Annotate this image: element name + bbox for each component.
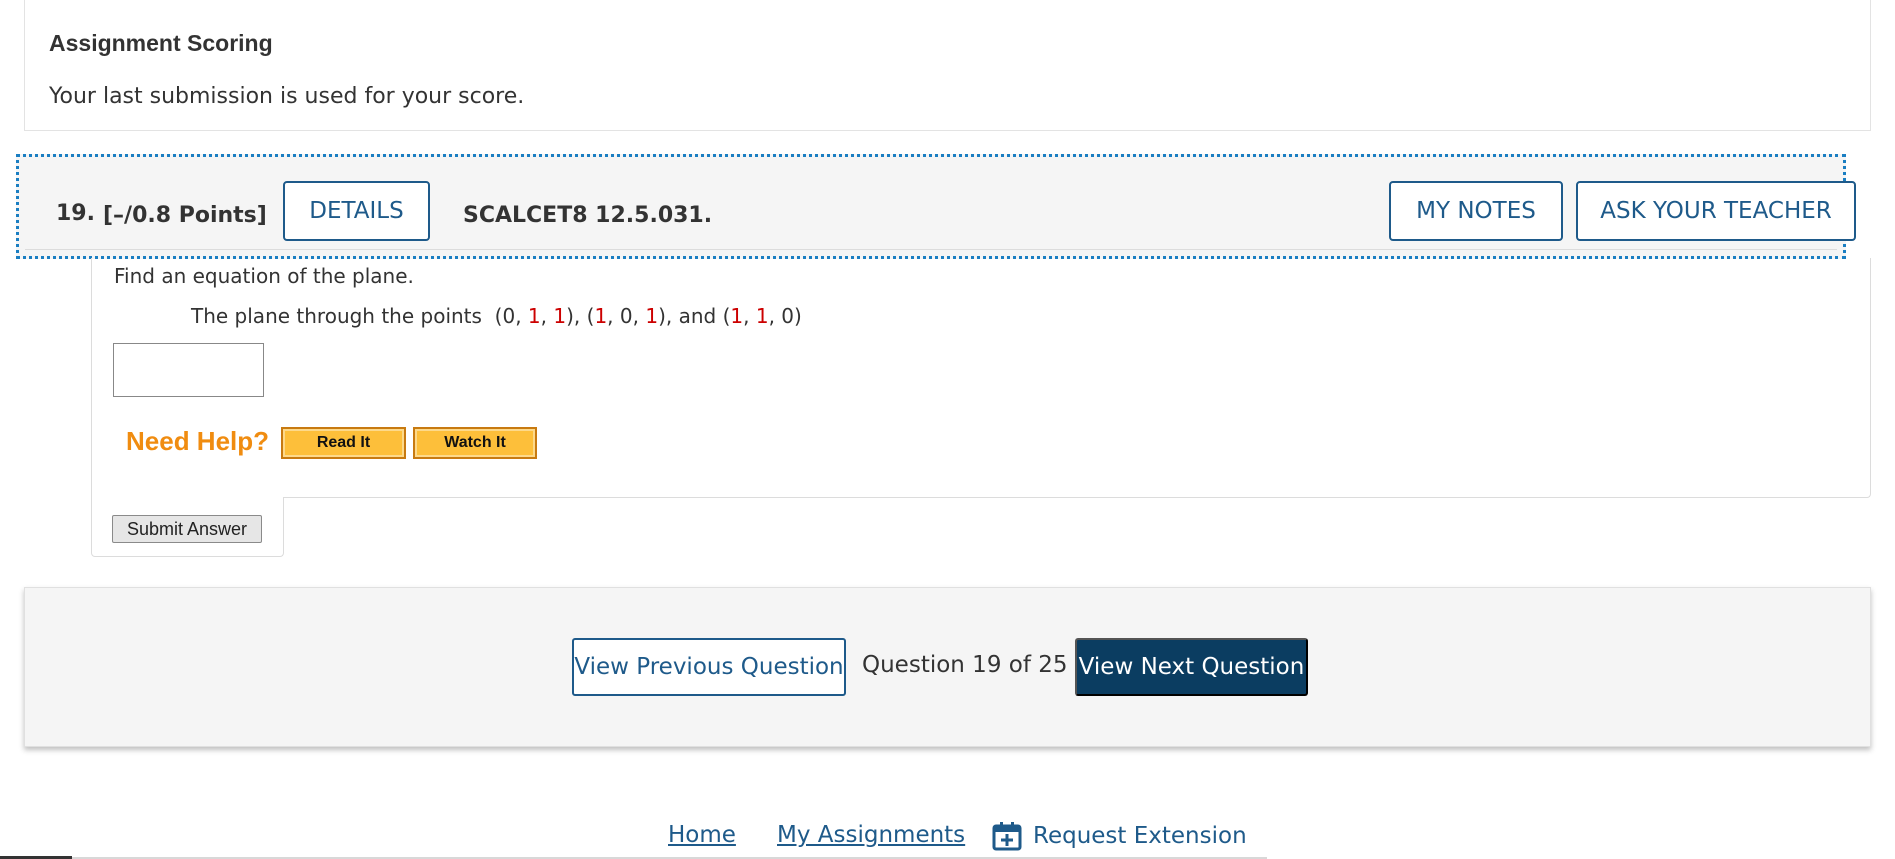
- assignment-scoring-card: Assignment Scoring Your last submission …: [24, 0, 1871, 131]
- question-header: 19. [–/0.8 Points] DETAILS SCALCET8 12.5…: [16, 154, 1856, 259]
- my-assignments-link[interactable]: My Assignments: [777, 822, 965, 848]
- points-text-segment: (0,: [494, 304, 528, 328]
- question-prompt: Find an equation of the plane.: [114, 264, 414, 288]
- question-number: 19.: [56, 201, 95, 226]
- highlighted-value: 1: [645, 304, 659, 328]
- question-code: SCALCET8 12.5.031.: [463, 203, 713, 228]
- submit-answer-button[interactable]: Submit Answer: [112, 515, 262, 543]
- points-text-segment: ), and (: [658, 304, 731, 328]
- points-text-segment: ,: [743, 304, 756, 328]
- question-detail: The plane through the points (0, 1, 1), …: [191, 304, 802, 328]
- highlighted-value: 1: [594, 304, 608, 328]
- points-text-segment: ,: [540, 304, 554, 328]
- highlighted-value: 1: [730, 304, 744, 328]
- calendar-plus-icon: [992, 822, 1022, 851]
- home-link[interactable]: Home: [668, 822, 736, 848]
- ask-your-teacher-button[interactable]: ASK YOUR TEACHER: [1576, 181, 1856, 241]
- my-notes-button[interactable]: MY NOTES: [1389, 181, 1563, 241]
- watch-it-button[interactable]: Watch It: [413, 427, 537, 459]
- question-counter: Question 19 of 25: [862, 652, 1068, 678]
- answer-input[interactable]: [113, 343, 264, 397]
- assignment-scoring-title: Assignment Scoring: [49, 30, 273, 56]
- highlighted-value: 1: [755, 304, 769, 328]
- question-body: [91, 258, 1871, 498]
- points-text-segment: , 0,: [607, 304, 646, 328]
- need-help-label: Need Help?: [126, 426, 270, 456]
- assignment-scoring-text: Your last submission is used for your sc…: [49, 84, 525, 109]
- question-header-inner: 19. [–/0.8 Points] DETAILS SCALCET8 12.5…: [25, 163, 1856, 250]
- points-text-segment: ), (: [566, 304, 595, 328]
- view-previous-question-button[interactable]: View Previous Question: [572, 638, 846, 696]
- question-points-text: (0, 1, 1), (1, 0, 1), and (1, 1, 0): [495, 304, 802, 328]
- question-detail-prefix: The plane through the points: [191, 304, 495, 328]
- request-extension-link[interactable]: Request Extension: [991, 820, 1247, 852]
- request-extension-label: Request Extension: [1033, 823, 1247, 849]
- highlighted-value: 1: [527, 304, 541, 328]
- points-text-segment: , 0): [768, 304, 802, 328]
- highlighted-value: 1: [553, 304, 567, 328]
- read-it-button[interactable]: Read It: [281, 427, 406, 459]
- details-button[interactable]: DETAILS: [283, 181, 430, 241]
- question-points: [–/0.8 Points]: [103, 203, 267, 228]
- view-next-question-button[interactable]: View Next Question: [1075, 638, 1308, 696]
